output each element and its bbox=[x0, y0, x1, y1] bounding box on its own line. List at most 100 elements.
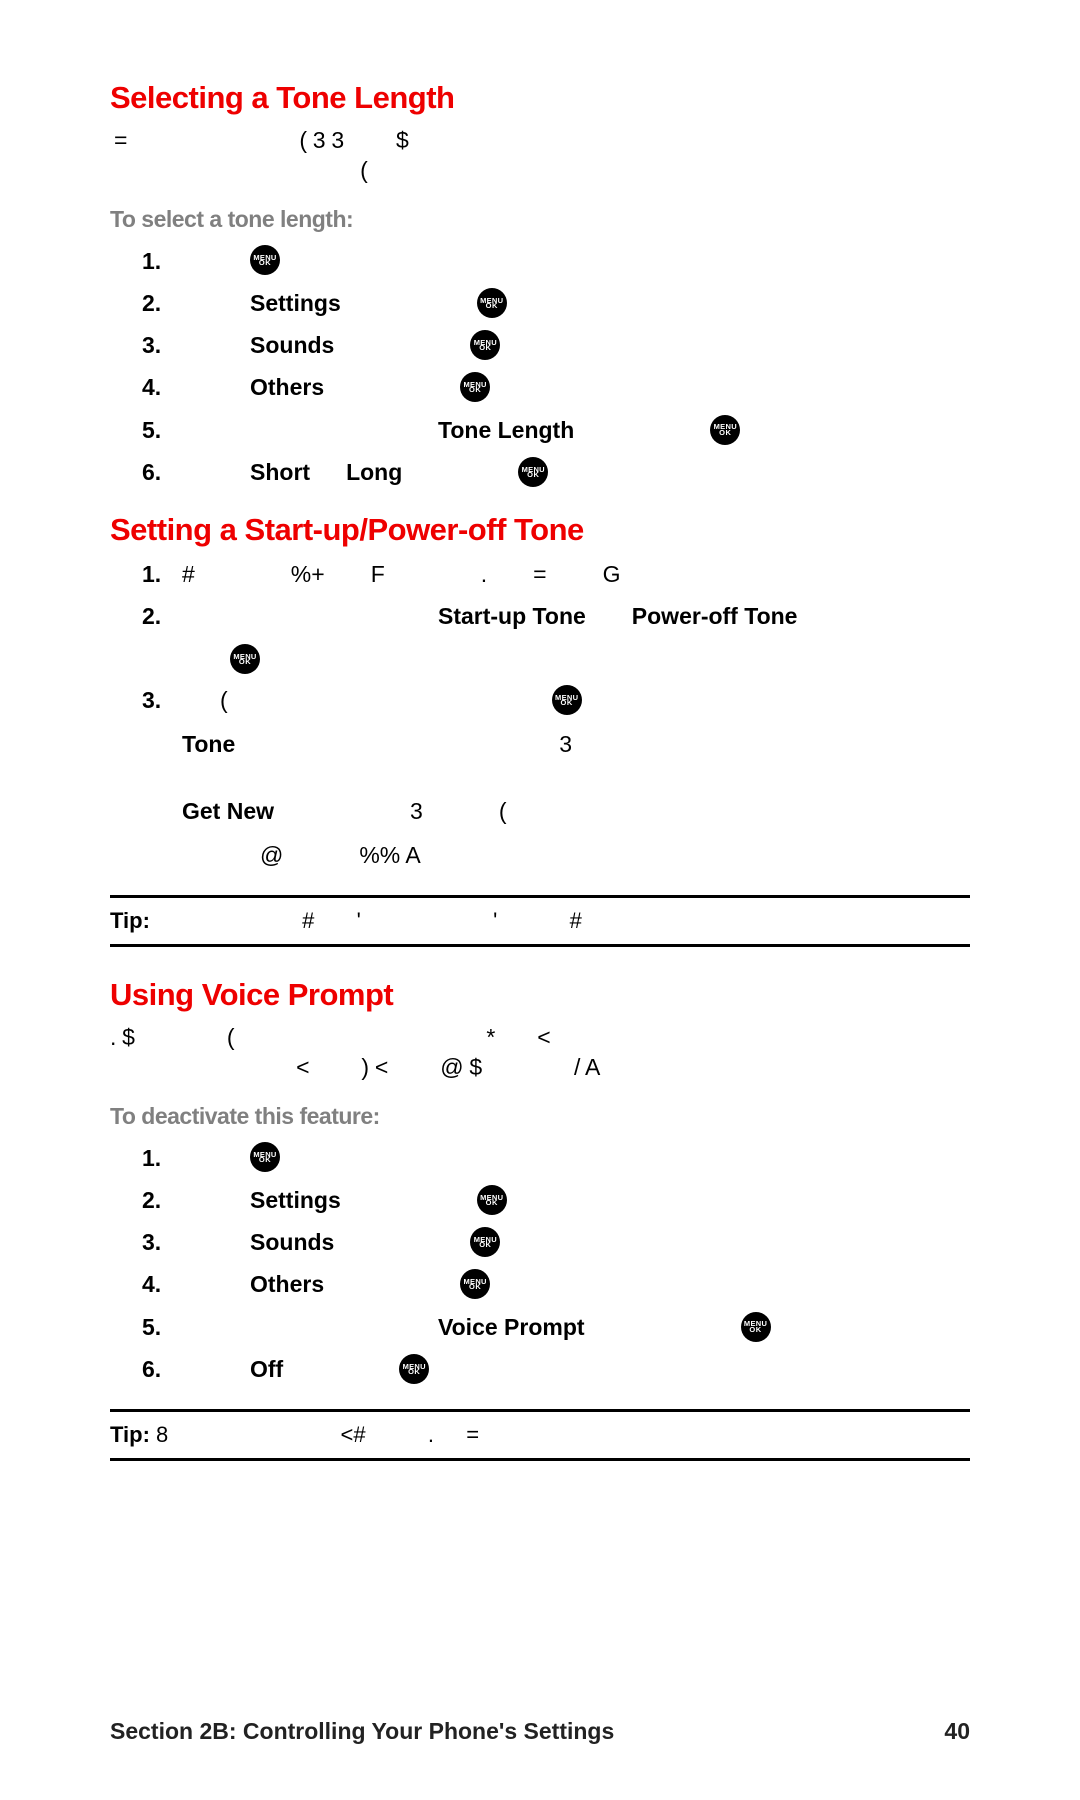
step-number: 1. bbox=[142, 245, 182, 277]
frag: # bbox=[570, 908, 582, 933]
step-label: Tone bbox=[182, 728, 235, 760]
step-number: 2. bbox=[142, 1184, 182, 1216]
step-label: Long bbox=[346, 456, 402, 488]
step: 3. Sounds MENUOK bbox=[142, 1226, 970, 1258]
step: 5. Tone Length MENUOK bbox=[142, 414, 970, 446]
frag: . bbox=[428, 1422, 434, 1447]
menu-ok-icon: MENUOK bbox=[250, 1142, 280, 1172]
step-number: 1. bbox=[142, 1142, 182, 1174]
frag: ( bbox=[499, 795, 507, 827]
menu-ok-icon: MENUOK bbox=[741, 1312, 771, 1342]
frag: ( 3 3 bbox=[299, 127, 344, 153]
step: 1. MENUOK bbox=[142, 245, 970, 277]
step: 6. Off MENUOK bbox=[142, 1353, 970, 1385]
step-label: Settings bbox=[250, 287, 341, 319]
tip-box: Tip: 8 <# . = bbox=[110, 1409, 970, 1461]
menu-ok-icon: MENUOK bbox=[230, 644, 260, 674]
frag: ' bbox=[493, 908, 497, 933]
step-label: Power-off Tone bbox=[632, 600, 798, 632]
step: 4. Others MENUOK bbox=[142, 1268, 970, 1300]
menu-ok-icon: MENUOK bbox=[552, 685, 582, 715]
step-label: Others bbox=[250, 1268, 324, 1300]
frag: . bbox=[481, 558, 487, 590]
frag: @ bbox=[260, 839, 283, 871]
step-label: Tone Length bbox=[438, 414, 574, 446]
section-label: Section 2B: Controlling Your Phone's Set… bbox=[110, 1718, 614, 1745]
step-number: 4. bbox=[142, 371, 182, 403]
frag: <# bbox=[341, 1422, 366, 1447]
menu-ok-icon: MENUOK bbox=[399, 1354, 429, 1384]
steps-tone-length: 1. MENUOK 2. Settings MENUOK 3. Sounds M… bbox=[142, 245, 970, 488]
step: 2. Settings MENUOK bbox=[142, 287, 970, 319]
frag: 3 bbox=[410, 795, 423, 827]
frag: . $ bbox=[110, 1024, 135, 1050]
step: 6. Short Long MENUOK bbox=[142, 456, 970, 488]
step-number: 6. bbox=[142, 1353, 182, 1385]
menu-ok-icon: MENUOK bbox=[250, 245, 280, 275]
step-label: Others bbox=[250, 371, 324, 403]
frag: @ $ bbox=[440, 1054, 482, 1080]
step-label: Get New bbox=[182, 795, 274, 827]
step-number: 3. bbox=[142, 329, 182, 361]
page-footer: Section 2B: Controlling Your Phone's Set… bbox=[110, 1718, 970, 1745]
menu-ok-icon: MENUOK bbox=[460, 372, 490, 402]
frag: # bbox=[302, 908, 314, 933]
menu-ok-icon: MENUOK bbox=[518, 457, 548, 487]
heading-startup-tone: Setting a Start-up/Power-off Tone bbox=[110, 512, 970, 548]
step: 1. MENUOK bbox=[142, 1142, 970, 1174]
step-label: Settings bbox=[250, 1184, 341, 1216]
step: 3. Sounds MENUOK bbox=[142, 329, 970, 361]
frag: ' bbox=[357, 908, 361, 933]
step-label: Start-up Tone bbox=[438, 600, 586, 632]
steps-startup-tone: 1. # %+ F . = G 2. Start-up Tone Power-o… bbox=[142, 558, 970, 871]
frag: ( bbox=[360, 157, 367, 183]
frag: F bbox=[371, 558, 385, 590]
step-number: 5. bbox=[142, 1311, 182, 1343]
step-number: 2. bbox=[142, 287, 182, 319]
frag: $ bbox=[396, 127, 409, 153]
step-label: Sounds bbox=[250, 329, 334, 361]
frag: < bbox=[537, 1024, 550, 1050]
menu-ok-icon: MENUOK bbox=[470, 330, 500, 360]
step: 4. Others MENUOK bbox=[142, 371, 970, 403]
step-number: 6. bbox=[142, 456, 182, 488]
para-tone-length: = ( 3 3 $ ( bbox=[114, 126, 970, 186]
step-label: Sounds bbox=[250, 1226, 334, 1258]
step: 1. # %+ F . = G bbox=[142, 558, 970, 590]
frag: * bbox=[486, 1024, 495, 1050]
step-number: 2. bbox=[142, 600, 182, 632]
frag: / A bbox=[574, 1054, 600, 1080]
step-number: 4. bbox=[142, 1268, 182, 1300]
menu-ok-icon: MENUOK bbox=[470, 1227, 500, 1257]
step-label: Voice Prompt bbox=[438, 1311, 585, 1343]
subheading-deactivate: To deactivate this feature: bbox=[110, 1103, 970, 1130]
menu-ok-icon: MENUOK bbox=[477, 1185, 507, 1215]
step: 2. Start-up Tone Power-off Tone MENUOK bbox=[142, 600, 970, 674]
frag: %% A bbox=[359, 839, 420, 871]
menu-ok-icon: MENUOK bbox=[477, 288, 507, 318]
tip-label: Tip: bbox=[110, 908, 150, 933]
tip-box: Tip: # ' ' # bbox=[110, 895, 970, 947]
frag: = bbox=[533, 558, 546, 590]
frag: 8 bbox=[156, 1422, 168, 1447]
step-label: Short bbox=[250, 456, 310, 488]
frag: = bbox=[114, 127, 127, 153]
step: 2. Settings MENUOK bbox=[142, 1184, 970, 1216]
frag: < bbox=[296, 1054, 309, 1080]
frag: = bbox=[466, 1422, 479, 1447]
subheading-select-tone: To select a tone length: bbox=[110, 206, 970, 233]
heading-voice-prompt: Using Voice Prompt bbox=[110, 977, 970, 1013]
para-voice-prompt: . $ ( * < < ) < @ $ / A bbox=[110, 1023, 970, 1083]
heading-tone-length: Selecting a Tone Length bbox=[110, 80, 970, 116]
menu-ok-icon: MENUOK bbox=[710, 415, 740, 445]
frag: G bbox=[603, 558, 621, 590]
frag: ) < bbox=[361, 1054, 388, 1080]
step: 5. Voice Prompt MENUOK bbox=[142, 1311, 970, 1343]
step: 3. ( MENUOK Tone 3 Get New 3 ( @ %% A bbox=[142, 684, 970, 871]
menu-ok-icon: MENUOK bbox=[460, 1269, 490, 1299]
frag: # bbox=[182, 558, 195, 590]
step-number: 3. bbox=[142, 684, 182, 716]
step-number: 5. bbox=[142, 414, 182, 446]
page-number: 40 bbox=[944, 1718, 970, 1745]
step-number: 3. bbox=[142, 1226, 182, 1258]
